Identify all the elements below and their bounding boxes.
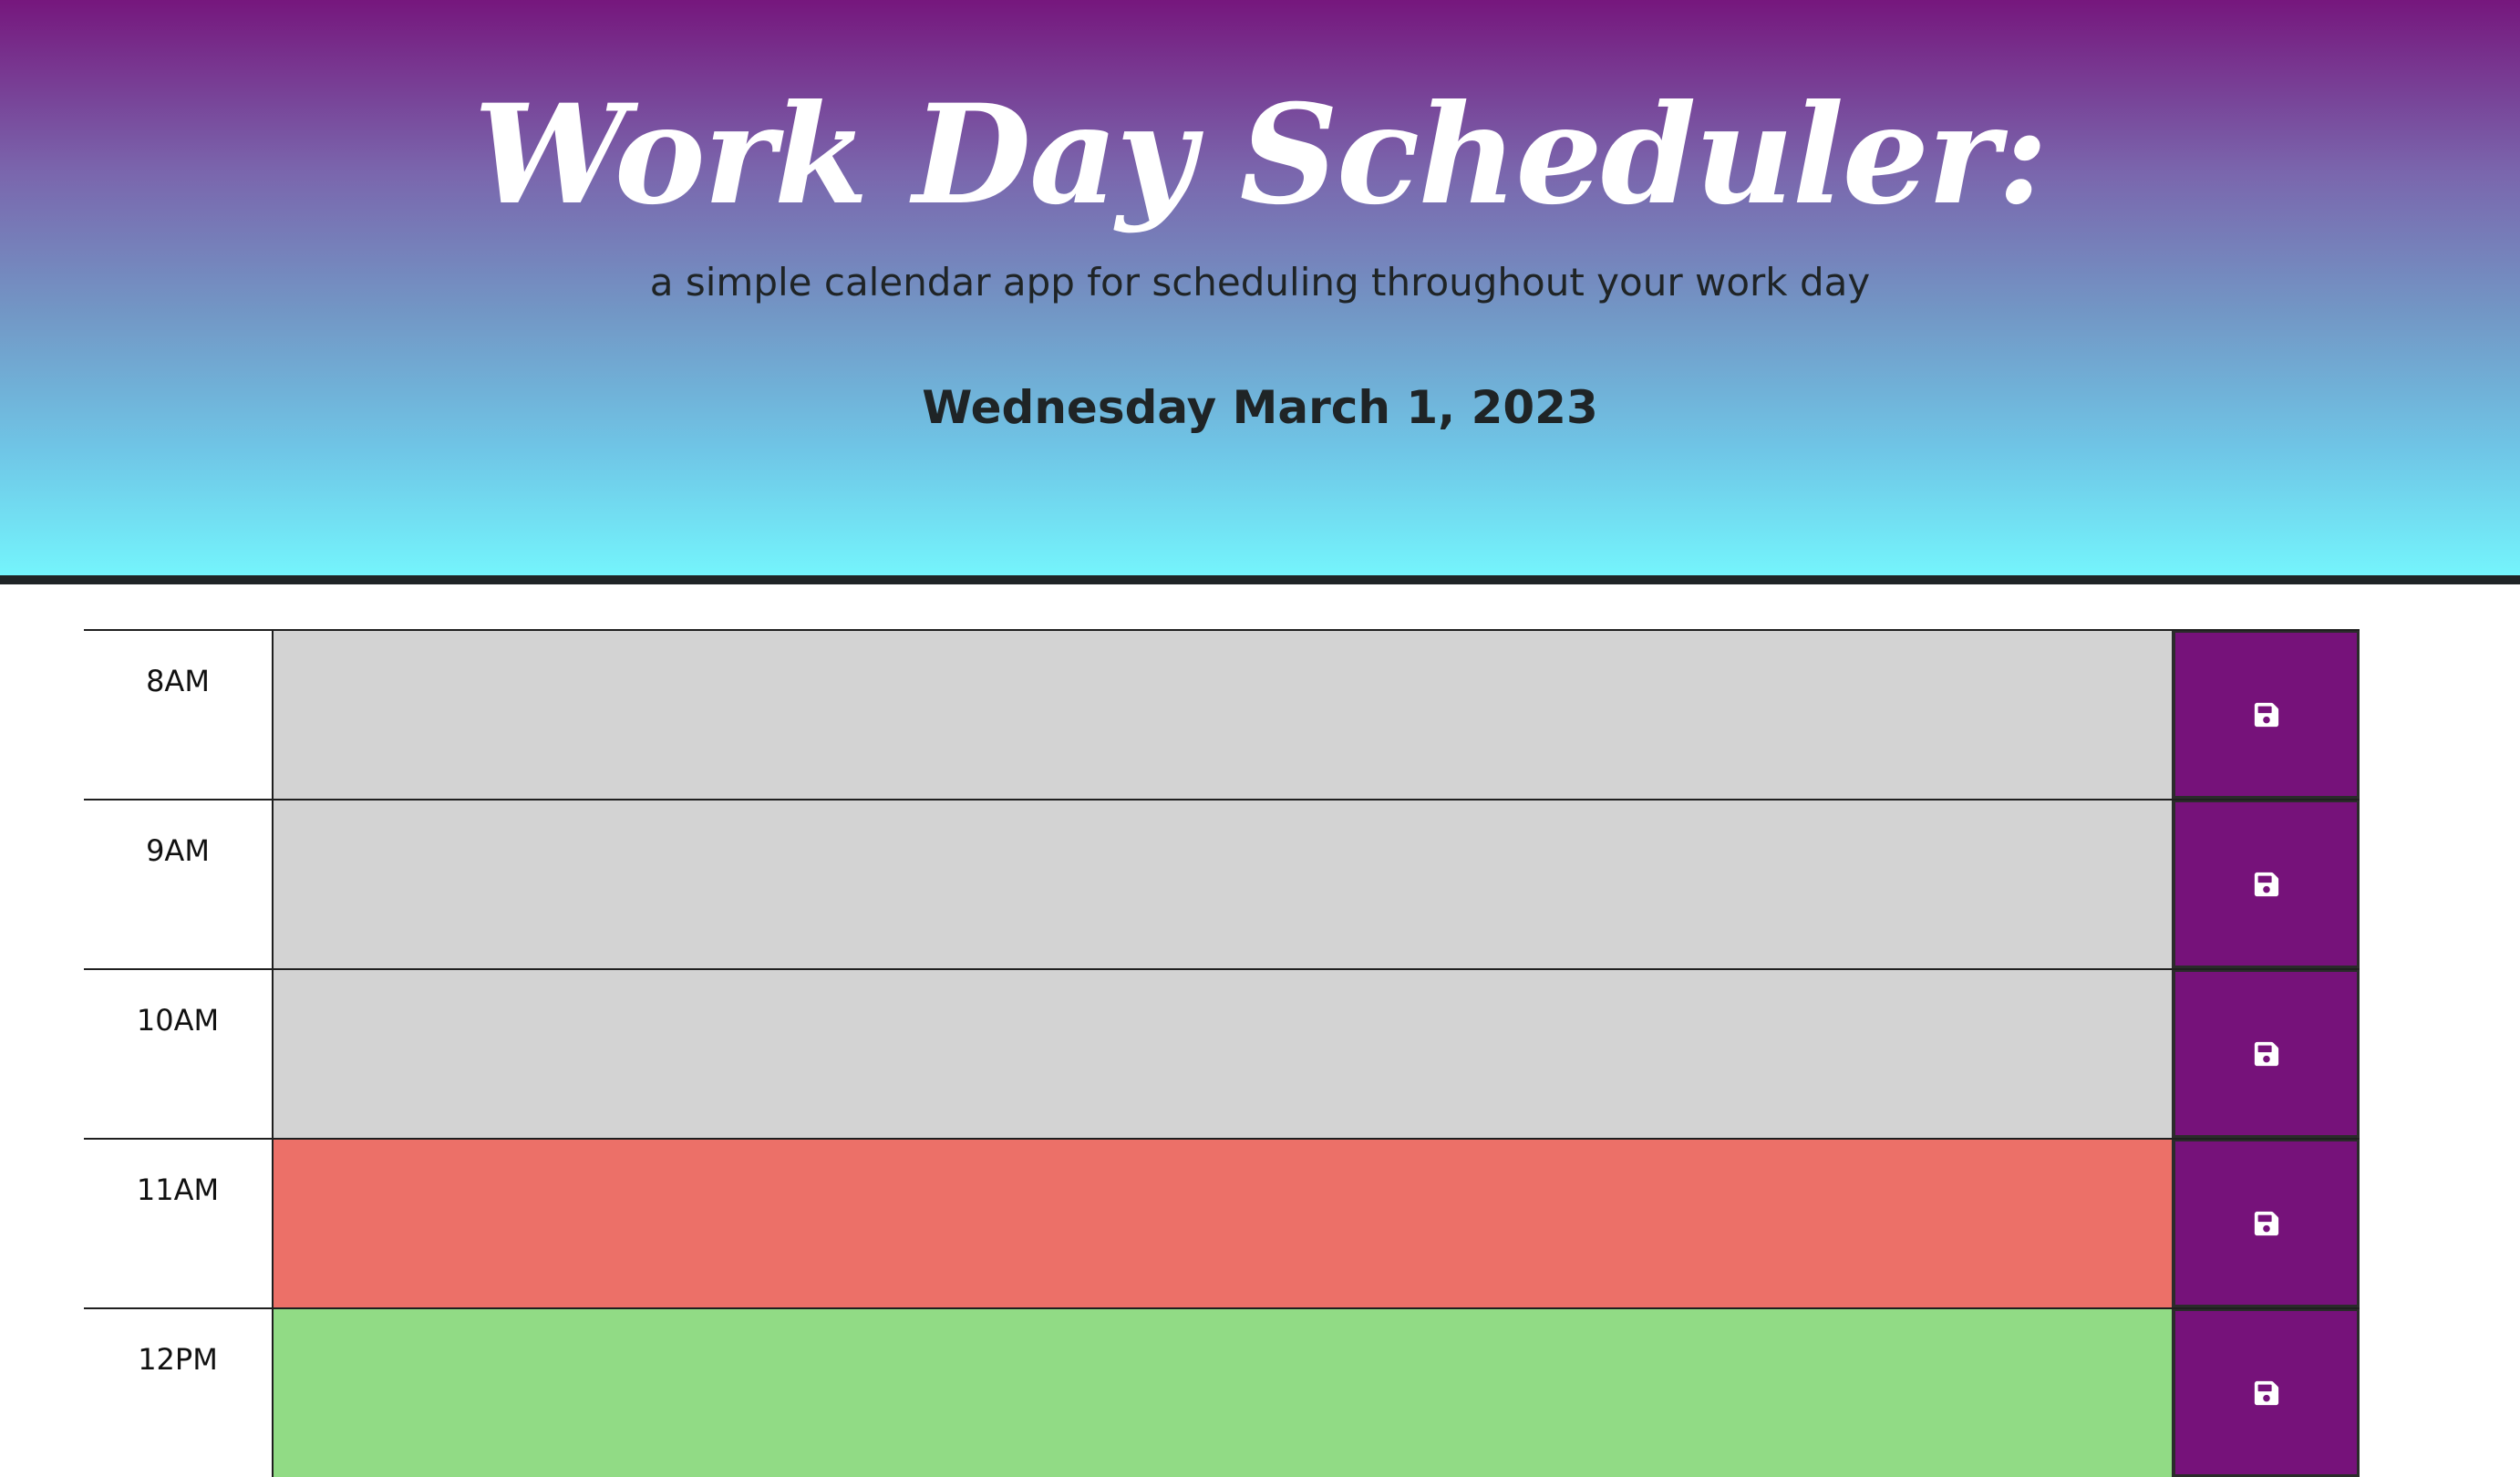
save-button[interactable] — [2172, 970, 2360, 1138]
event-description-input[interactable] — [274, 1140, 2172, 1307]
save-button[interactable] — [2172, 800, 2360, 968]
event-description-input[interactable] — [274, 1309, 2172, 1477]
time-block-8am: 8AM — [84, 629, 2360, 799]
event-description-input[interactable] — [274, 970, 2172, 1138]
save-button[interactable] — [2172, 1140, 2360, 1307]
time-block-10am: 10AM — [84, 968, 2360, 1138]
save-button[interactable] — [2172, 631, 2360, 799]
hour-label: 12PM — [84, 1309, 274, 1477]
floppy-disk-icon — [2254, 1211, 2278, 1235]
hour-label: 9AM — [84, 800, 274, 968]
floppy-disk-icon — [2254, 702, 2278, 727]
hour-label: 11AM — [84, 1140, 274, 1307]
page-subtitle: a simple calendar app for scheduling thr… — [649, 260, 1871, 305]
current-day: Wednesday March 1, 2023 — [922, 381, 1598, 434]
time-block-9am: 9AM — [84, 799, 2360, 968]
floppy-disk-icon — [2254, 1041, 2278, 1066]
page-title: Work Day Scheduler: — [473, 75, 2048, 235]
hour-label: 10AM — [84, 970, 274, 1138]
floppy-disk-icon — [2254, 1380, 2278, 1405]
event-description-input[interactable] — [274, 800, 2172, 968]
time-block-11am: 11AM — [84, 1138, 2360, 1307]
header: Work Day Scheduler: a simple calendar ap… — [0, 0, 2520, 584]
event-description-input[interactable] — [274, 631, 2172, 799]
time-block-12pm: 12PM — [84, 1307, 2360, 1477]
hour-label: 8AM — [84, 631, 274, 799]
save-button[interactable] — [2172, 1309, 2360, 1477]
floppy-disk-icon — [2254, 872, 2278, 896]
schedule-container: 8AM 9AM 10AM 11AM 12PM — [84, 629, 2360, 1477]
